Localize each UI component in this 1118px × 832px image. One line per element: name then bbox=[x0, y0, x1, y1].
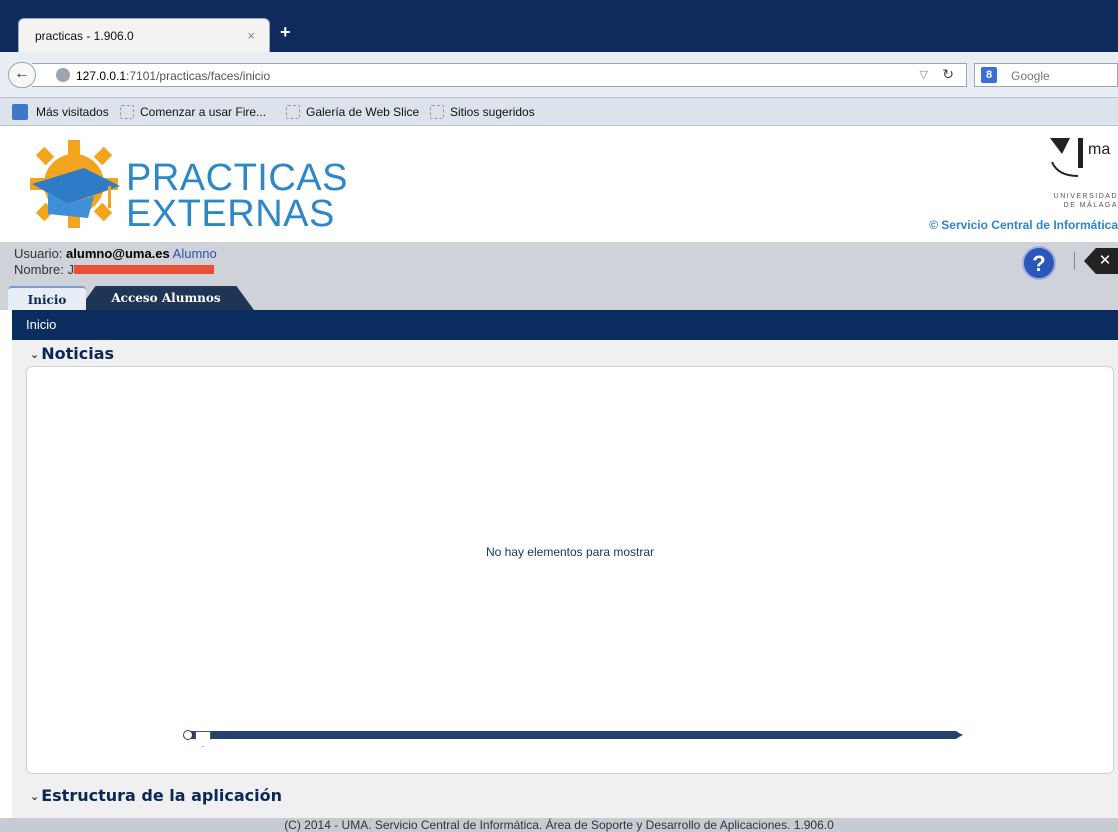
uma-subtitle: UNIVERSIDAD DE MÁLAGA bbox=[1053, 193, 1118, 209]
empty-message: No hay elementos para mostrar bbox=[485, 545, 655, 559]
most-visited-icon bbox=[12, 104, 28, 120]
user-role: Alumno bbox=[172, 246, 217, 261]
browser-nav-bar: 127.0.0.1:7101/practicas/faces/inicio ▽ … bbox=[0, 52, 1118, 98]
gear-cap-logo-icon bbox=[30, 140, 120, 228]
new-tab-button[interactable]: + bbox=[280, 22, 291, 43]
tab-title: practicas - 1.906.0 bbox=[35, 29, 134, 43]
search-placeholder: Google bbox=[1011, 69, 1050, 83]
arrow-left-icon: ← bbox=[14, 65, 30, 82]
search-box[interactable]: 8 Google bbox=[974, 63, 1118, 87]
chevron-down-icon[interactable]: ⌄ bbox=[30, 348, 39, 361]
servicio-central-link[interactable]: © Servicio Central de Informática bbox=[929, 218, 1118, 232]
browser-tab-bar: practicas - 1.906.0 × + bbox=[0, 0, 1118, 52]
browser-tab[interactable]: practicas - 1.906.0 × bbox=[18, 18, 270, 52]
noticias-panel: No hay elementos para mostrar bbox=[26, 366, 1114, 774]
bookmark-mas-visitados[interactable]: Más visitados bbox=[36, 105, 109, 119]
close-icon: ✕ bbox=[1098, 252, 1112, 269]
svg-text:ma: ma bbox=[1088, 141, 1110, 158]
tab-acceso-alumnos[interactable]: Acceso Alumnos bbox=[78, 286, 254, 310]
redaction-mark bbox=[73, 265, 214, 274]
footer: (C) 2014 - UMA. Servicio Central de Info… bbox=[0, 818, 1118, 832]
bookmark-comenzar[interactable]: Comenzar a usar Fire... bbox=[120, 105, 266, 119]
bookmark-sitios[interactable]: Sitios sugeridos bbox=[430, 105, 535, 119]
scroll-right-icon[interactable] bbox=[955, 731, 963, 739]
bookmark-icon bbox=[430, 105, 444, 119]
google-icon[interactable]: 8 bbox=[981, 67, 997, 83]
dropdown-arrow-icon[interactable]: ▽ bbox=[920, 68, 928, 81]
reload-icon[interactable]: ↻ bbox=[942, 66, 954, 83]
scroll-thumb[interactable] bbox=[195, 731, 211, 747]
help-button[interactable]: ? bbox=[1022, 246, 1056, 280]
breadcrumb[interactable]: Inicio bbox=[12, 310, 1118, 340]
globe-icon bbox=[56, 68, 70, 82]
scroll-left-icon[interactable] bbox=[183, 730, 193, 740]
user-email: alumno@uma.es bbox=[66, 246, 170, 261]
section-noticias-header[interactable]: ⌄ Noticias bbox=[30, 344, 114, 363]
url-text: 127.0.0.1:7101/practicas/faces/inicio bbox=[76, 69, 271, 83]
uma-logo: ma bbox=[1048, 132, 1118, 195]
horizontal-scrollbar[interactable] bbox=[183, 730, 963, 747]
close-icon[interactable]: × bbox=[247, 28, 255, 43]
bookmark-icon bbox=[286, 105, 300, 119]
app-logo-text: PRACTICAS EXTERNAS bbox=[126, 157, 348, 235]
url-bar[interactable]: 127.0.0.1:7101/practicas/faces/inicio ▽ … bbox=[32, 63, 967, 87]
section-estructura-header[interactable]: ⌄ Estructura de la aplicación bbox=[30, 786, 282, 805]
tab-inicio[interactable]: Inicio bbox=[8, 286, 86, 310]
logout-button[interactable]: ✕ bbox=[1084, 248, 1118, 274]
separator bbox=[1074, 252, 1075, 270]
user-line: Usuario: alumno@uma.es Alumno bbox=[14, 246, 217, 261]
back-button[interactable]: ← bbox=[8, 62, 36, 88]
app-header: PRACTICAS EXTERNAS ma UNIVERSIDAD DE MÁL… bbox=[0, 126, 1118, 242]
bookmark-galeria[interactable]: Galería de Web Slice bbox=[286, 105, 419, 119]
bookmark-icon bbox=[120, 105, 134, 119]
main-content: ⌄ Noticias No hay elementos para mostrar … bbox=[12, 340, 1118, 832]
chevron-down-icon[interactable]: ⌄ bbox=[30, 790, 39, 803]
uma-mark-icon: ma bbox=[1050, 138, 1110, 177]
question-icon: ? bbox=[1032, 251, 1046, 276]
bookmarks-bar: Más visitados Comenzar a usar Fire... Ga… bbox=[0, 98, 1118, 126]
name-line: Nombre: J bbox=[14, 262, 214, 277]
